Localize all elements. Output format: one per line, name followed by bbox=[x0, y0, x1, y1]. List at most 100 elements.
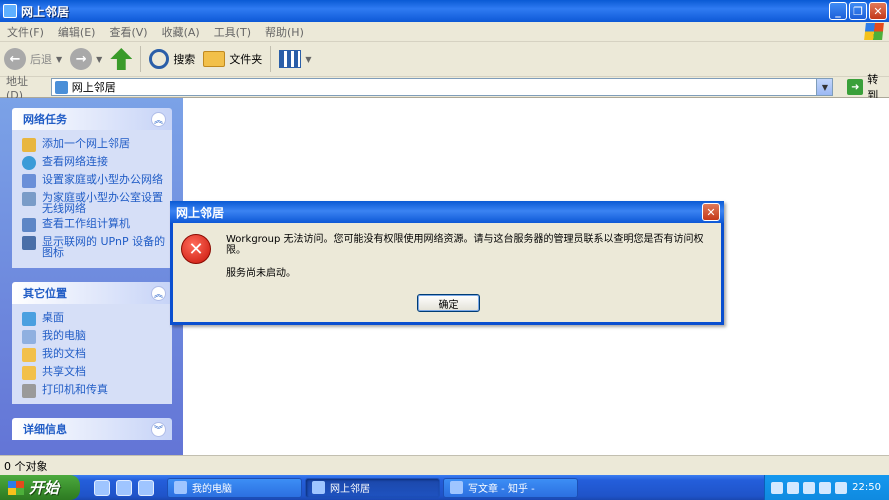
forward-button[interactable]: → ▼ bbox=[66, 44, 106, 74]
toolbar-separator bbox=[140, 46, 142, 72]
search-label: 搜索 bbox=[173, 53, 196, 66]
error-dialog: 网上邻居 ✕ ✕ Workgroup 无法访问。您可能没有权限使用网络资源。请与… bbox=[170, 201, 724, 325]
tray-wireless-icon[interactable] bbox=[787, 481, 799, 494]
back-dropdown-icon[interactable]: ▼ bbox=[56, 55, 62, 64]
add-network-place-icon bbox=[22, 138, 36, 152]
menu-view[interactable]: 查看(V) bbox=[102, 24, 154, 40]
place-printers-faxes[interactable]: 打印机和传真 bbox=[22, 384, 166, 398]
menu-help[interactable]: 帮助(H) bbox=[258, 24, 311, 40]
place-label: 我的电脑 bbox=[42, 329, 86, 342]
views-dropdown-icon[interactable]: ▼ bbox=[305, 55, 311, 64]
task-show-upnp-icons[interactable]: 显示联网的 UPnP 设备的图标 bbox=[22, 236, 166, 258]
expand-chevron-icon[interactable]: ︾ bbox=[151, 421, 166, 437]
other-places-title: 其它位置 bbox=[23, 287, 67, 300]
place-label: 打印机和传真 bbox=[42, 383, 108, 396]
dialog-message-detail: 服务尚未启动。 bbox=[226, 268, 296, 279]
shared-documents-icon bbox=[22, 366, 36, 380]
network-tasks-list: 添加一个网上邻居 查看网络连接 设置家庭或小型办公网络 为家庭或小型办公室设置无… bbox=[12, 130, 172, 268]
browser-icon[interactable] bbox=[94, 479, 110, 496]
task-label: 显示联网的 UPnP 设备的图标 bbox=[42, 235, 166, 259]
windows-logo-icon bbox=[8, 480, 24, 495]
search-button[interactable]: 搜索 bbox=[145, 44, 199, 74]
other-places-header[interactable]: 其它位置 ︽ bbox=[12, 282, 172, 304]
window-controls: _ ❐ ✕ bbox=[829, 2, 887, 20]
start-label: 开始 bbox=[29, 479, 60, 497]
go-arrow-icon: ➜ bbox=[847, 79, 864, 95]
taskbar: 开始 我的电脑 网上邻居 写文章 - 知乎 - 22:50 bbox=[0, 475, 889, 500]
task-view-workgroup-computers[interactable]: 查看工作组计算机 bbox=[22, 218, 166, 232]
upnp-device-icon bbox=[22, 236, 36, 250]
my-computer-icon bbox=[174, 481, 187, 494]
details-section: 详细信息 ︾ bbox=[12, 418, 172, 440]
place-my-computer[interactable]: 我的电脑 bbox=[22, 330, 166, 344]
browser-icon bbox=[450, 481, 463, 494]
address-bar: 地址(D) 网上邻居 ▼ ➜ 转到 bbox=[0, 73, 889, 102]
details-title: 详细信息 bbox=[23, 423, 67, 436]
tray-app-icon[interactable] bbox=[835, 481, 847, 494]
start-button[interactable]: 开始 bbox=[0, 475, 80, 500]
network-tasks-header[interactable]: 网络任务 ︽ bbox=[12, 108, 172, 130]
dialog-close-button[interactable]: ✕ bbox=[702, 203, 720, 221]
forward-arrow-icon: → bbox=[70, 48, 93, 70]
folders-button[interactable]: 文件夹 bbox=[199, 44, 266, 74]
window-titlebar[interactable]: 网上邻居 _ ❐ ✕ bbox=[0, 0, 889, 22]
taskbar-item-zhihu[interactable]: 写文章 - 知乎 - bbox=[443, 477, 578, 498]
minimize-button[interactable]: _ bbox=[829, 2, 847, 20]
system-tray: 22:50 bbox=[764, 475, 889, 500]
dialog-title: 网上邻居 bbox=[176, 205, 225, 220]
network-places-icon bbox=[3, 4, 17, 18]
task-label: 查看网络连接 bbox=[42, 155, 108, 168]
address-dropdown-icon[interactable]: ▼ bbox=[816, 79, 833, 95]
task-setup-wireless-network[interactable]: 为家庭或小型办公室设置无线网络 bbox=[22, 192, 166, 214]
up-button[interactable] bbox=[106, 44, 136, 74]
network-tasks-title: 网络任务 bbox=[23, 113, 67, 126]
menu-favorites[interactable]: 收藏(A) bbox=[155, 24, 207, 40]
up-folder-icon bbox=[110, 48, 133, 70]
place-label: 共享文档 bbox=[42, 365, 86, 378]
task-setup-home-network[interactable]: 设置家庭或小型办公网络 bbox=[22, 174, 166, 188]
task-view-network-connections[interactable]: 查看网络连接 bbox=[22, 156, 166, 170]
place-desktop[interactable]: 桌面 bbox=[22, 312, 166, 326]
taskbar-item-network-places[interactable]: 网上邻居 bbox=[305, 477, 440, 498]
other-places-list: 桌面 我的电脑 我的文档 共享文档 打印机和传真 bbox=[12, 304, 172, 404]
windows-logo-icon bbox=[864, 23, 884, 40]
collapse-chevron-icon[interactable]: ︽ bbox=[151, 111, 166, 127]
show-desktop-icon[interactable] bbox=[138, 479, 154, 496]
task-label: 查看工作组计算机 bbox=[42, 217, 130, 230]
tray-security-icon[interactable] bbox=[819, 481, 831, 494]
back-arrow-icon: ← bbox=[4, 48, 26, 70]
dialog-titlebar[interactable]: 网上邻居 ✕ bbox=[170, 201, 724, 223]
address-value: 网上邻居 bbox=[71, 81, 116, 94]
my-documents-icon bbox=[22, 348, 36, 362]
place-my-documents[interactable]: 我的文档 bbox=[22, 348, 166, 362]
taskbar-item-label: 我的电脑 bbox=[192, 484, 232, 495]
printer-icon bbox=[22, 384, 36, 398]
status-text: 0 个对象 bbox=[4, 459, 48, 473]
back-label: 后退 bbox=[30, 53, 52, 66]
toolbar: ← 后退 ▼ → ▼ 搜索 文件夹 ▼ bbox=[0, 42, 889, 77]
details-header[interactable]: 详细信息 ︾ bbox=[12, 418, 172, 440]
task-add-network-place[interactable]: 添加一个网上邻居 bbox=[22, 138, 166, 152]
views-button[interactable]: ▼ bbox=[275, 44, 315, 74]
network-tasks-section: 网络任务 ︽ 添加一个网上邻居 查看网络连接 设置家庭或小型办公网络 为家庭或小… bbox=[12, 108, 172, 268]
window-title: 网上邻居 bbox=[21, 4, 70, 19]
error-icon: ✕ bbox=[181, 234, 211, 264]
tray-network-icon[interactable] bbox=[771, 481, 783, 494]
menu-edit[interactable]: 编辑(E) bbox=[51, 24, 103, 40]
back-button[interactable]: ← 后退 ▼ bbox=[0, 44, 66, 74]
media-player-icon[interactable] bbox=[116, 479, 132, 496]
forward-dropdown-icon[interactable]: ▼ bbox=[96, 55, 102, 64]
close-button[interactable]: ✕ bbox=[869, 2, 887, 20]
menu-file[interactable]: 文件(F) bbox=[0, 24, 51, 40]
place-label: 我的文档 bbox=[42, 347, 86, 360]
maximize-button[interactable]: ❐ bbox=[849, 2, 867, 20]
folders-label: 文件夹 bbox=[229, 53, 263, 66]
tray-volume-icon[interactable] bbox=[803, 481, 815, 494]
ok-button[interactable]: 确定 bbox=[417, 294, 480, 312]
menu-tools[interactable]: 工具(T) bbox=[207, 24, 258, 40]
address-input[interactable]: 网上邻居 ▼ bbox=[50, 78, 834, 96]
search-icon bbox=[149, 49, 170, 69]
taskbar-item-my-computer[interactable]: 我的电脑 bbox=[167, 477, 302, 498]
collapse-chevron-icon[interactable]: ︽ bbox=[151, 285, 166, 301]
place-shared-documents[interactable]: 共享文档 bbox=[22, 366, 166, 380]
